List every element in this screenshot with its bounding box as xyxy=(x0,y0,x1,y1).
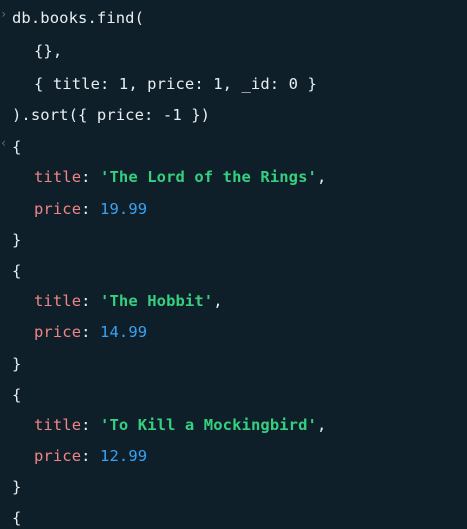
title-value: 'To Kill a Mockingbird' xyxy=(100,416,317,434)
command-line-2[interactable]: {}, xyxy=(0,40,62,62)
doc-title-line: title: 'The Hobbit', xyxy=(0,290,223,312)
price-key: price xyxy=(34,447,82,465)
comma: , xyxy=(213,292,223,310)
price-value: 12.99 xyxy=(100,447,148,465)
doc-close-brace: } xyxy=(12,231,22,249)
price-key: price xyxy=(34,200,82,218)
doc-open-brace: { xyxy=(12,386,22,404)
command-line-4[interactable]: ).sort({ price: -1 }) xyxy=(0,104,210,126)
doc-open-brace: { xyxy=(12,138,22,156)
colon: : xyxy=(81,447,101,465)
title-key: title xyxy=(34,416,82,434)
doc-price-line: price: 19.99 xyxy=(0,198,147,220)
command-line-1[interactable]: db.books.find( xyxy=(0,7,144,29)
doc-title-line: title: 'To Kill a Mockingbird', xyxy=(0,414,326,436)
title-key: title xyxy=(34,292,82,310)
doc-price-line: price: 12.99 xyxy=(0,445,147,467)
doc-open-brace: { xyxy=(12,262,22,280)
price-value: 14.99 xyxy=(100,323,148,341)
doc-close-brace: } xyxy=(12,355,22,373)
doc-close-brace: } xyxy=(12,478,22,496)
colon: : xyxy=(81,323,101,341)
doc-open-brace: { xyxy=(12,509,22,527)
shell-output-panel: › db.books.find( {}, { title: 1, price: … xyxy=(0,0,467,529)
price-key: price xyxy=(34,323,82,341)
doc-price-line: price: 14.99 xyxy=(0,321,147,343)
title-value: 'The Hobbit' xyxy=(100,292,214,310)
colon: : xyxy=(81,200,101,218)
title-value: 'The Lord of the Rings' xyxy=(100,168,317,186)
doc-title-line: title: 'The Lord of the Rings', xyxy=(0,166,326,188)
colon: : xyxy=(81,168,101,186)
title-key: title xyxy=(34,168,82,186)
colon: : xyxy=(81,416,101,434)
command-line-3[interactable]: { title: 1, price: 1, _id: 0 } xyxy=(0,73,317,95)
price-value: 19.99 xyxy=(100,200,148,218)
comma: , xyxy=(316,416,327,434)
comma: , xyxy=(316,168,327,186)
colon: : xyxy=(81,292,101,310)
